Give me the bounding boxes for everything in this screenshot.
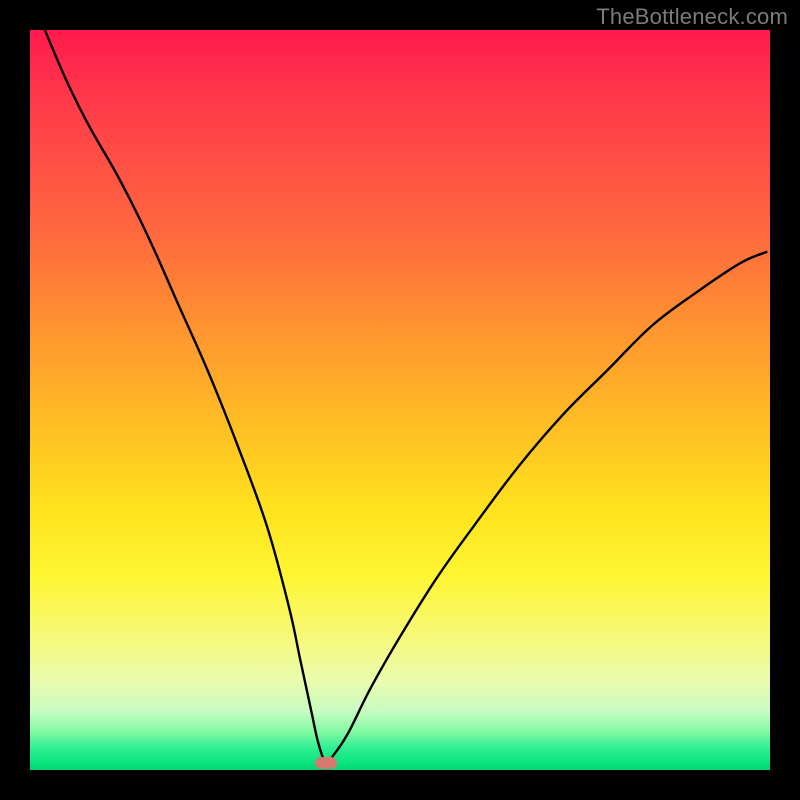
watermark-text: TheBottleneck.com <box>596 4 788 30</box>
minimum-marker <box>315 757 337 769</box>
bottleneck-curve <box>30 30 770 770</box>
chart-frame: TheBottleneck.com <box>0 0 800 800</box>
plot-area <box>30 30 770 770</box>
